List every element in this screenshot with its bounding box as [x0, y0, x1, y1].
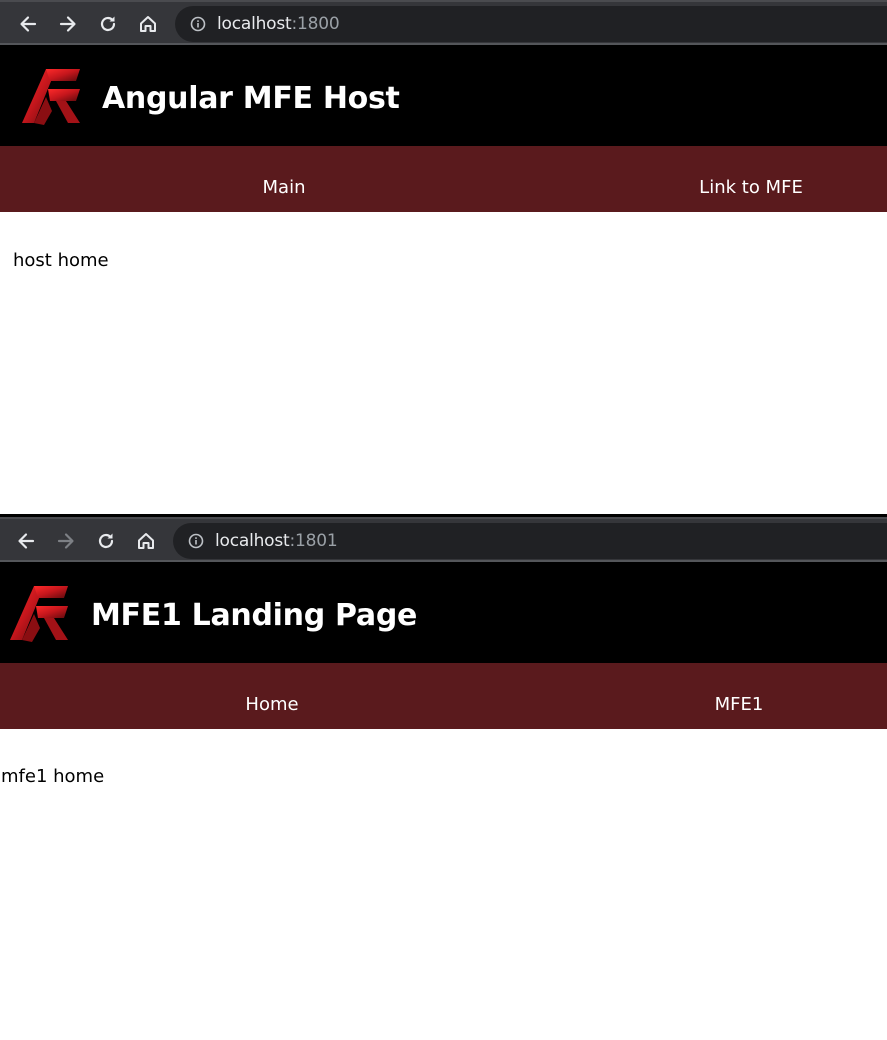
address-bar[interactable]: localhost:1800 [175, 6, 887, 42]
url-port: :1800 [291, 14, 340, 34]
info-icon[interactable] [187, 532, 205, 550]
forward-button[interactable] [54, 10, 82, 38]
nav-link-mfe1[interactable]: MFE1 [715, 694, 764, 715]
forward-button[interactable] [52, 527, 80, 555]
nav-link-home[interactable]: Home [245, 694, 298, 715]
reload-icon [100, 16, 116, 32]
back-button[interactable] [14, 10, 42, 38]
url-host: localhost [215, 531, 290, 551]
app-nav: Main Link to MFE [0, 146, 887, 212]
home-icon [140, 16, 156, 32]
af-logo-icon [22, 69, 80, 125]
url-port: :1801 [289, 531, 338, 551]
app-nav: Home MFE1 [0, 663, 887, 729]
arrow-left-icon [20, 16, 37, 32]
reload-icon [98, 533, 114, 549]
arrow-left-icon [18, 533, 35, 549]
reload-button[interactable] [94, 10, 122, 38]
url-text: localhost:1800 [217, 14, 340, 34]
page-title: MFE1 Landing Page [91, 598, 418, 633]
browser-window-host: localhost:1800 Angular MFE Host Main Lin… [0, 0, 887, 514]
page-title: Angular MFE Host [102, 81, 400, 116]
home-button[interactable] [132, 527, 160, 555]
af-logo-icon [10, 586, 68, 642]
back-button[interactable] [12, 527, 40, 555]
app-header: MFE1 Landing Page [0, 562, 887, 663]
browser-window-mfe1: localhost:1801 MFE1 Landing Page Home MF… [0, 517, 887, 1040]
browser-toolbar: localhost:1801 [0, 517, 887, 562]
nav-link-mfe[interactable]: Link to MFE [699, 177, 803, 198]
url-text: localhost:1801 [215, 531, 338, 551]
content-text: mfe1 home [1, 766, 105, 787]
arrow-right-icon [59, 16, 76, 32]
content-text: host home [13, 250, 109, 271]
nav-link-main[interactable]: Main [263, 177, 306, 198]
app-header: Angular MFE Host [0, 45, 887, 146]
url-host: localhost [217, 14, 292, 34]
address-bar[interactable]: localhost:1801 [173, 523, 887, 559]
browser-toolbar: localhost:1800 [0, 0, 887, 45]
home-button[interactable] [134, 10, 162, 38]
home-icon [138, 533, 154, 549]
info-icon[interactable] [189, 15, 207, 33]
reload-button[interactable] [92, 527, 120, 555]
arrow-right-icon [57, 533, 74, 549]
